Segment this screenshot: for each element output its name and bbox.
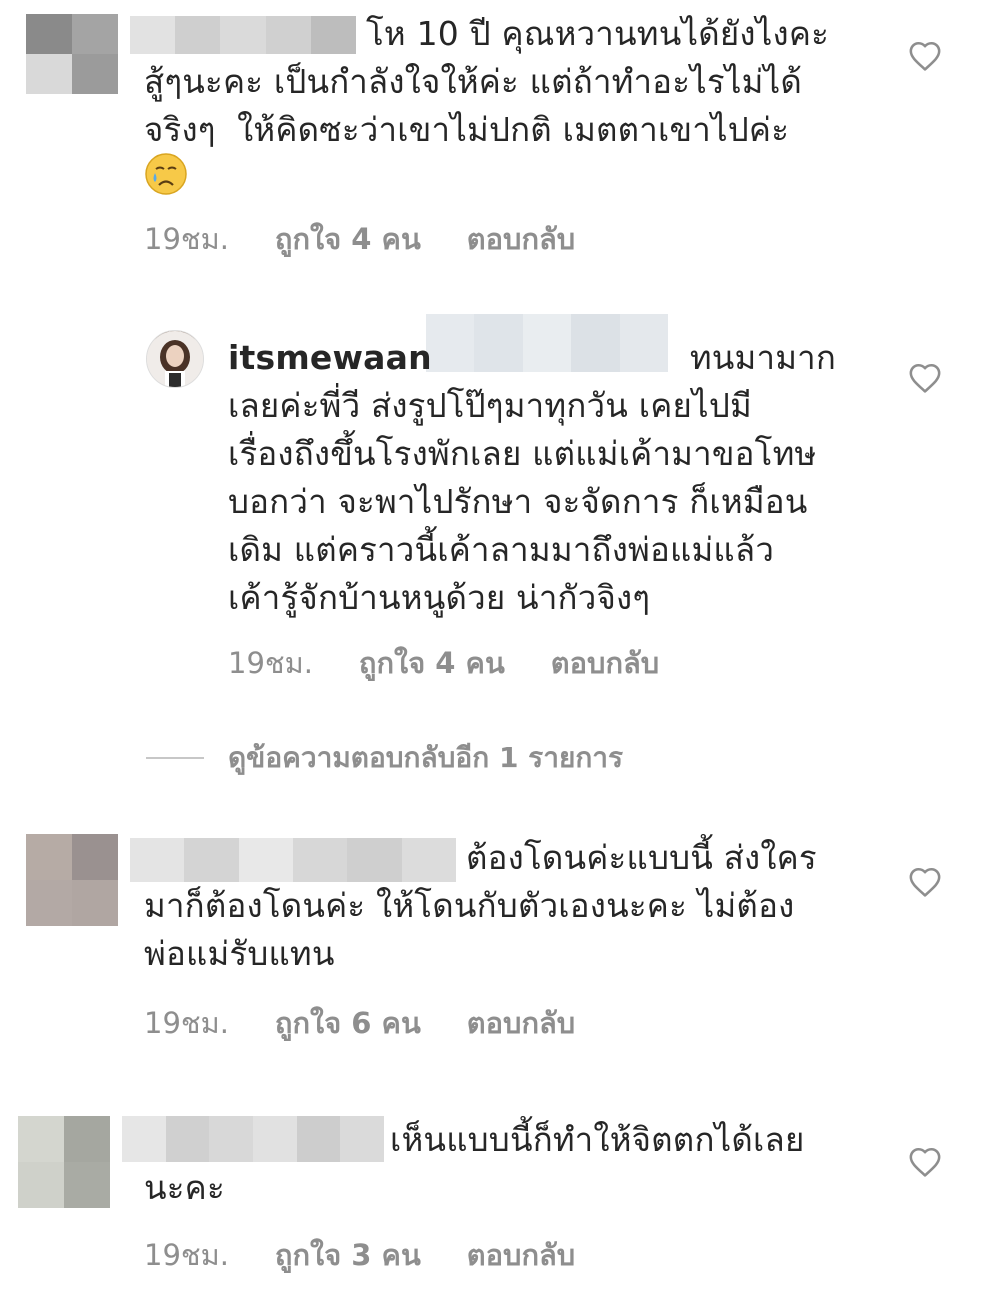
reply-button[interactable]: ตอบกลับ: [467, 216, 575, 262]
likes-count[interactable]: ถูกใจ 4 คน: [275, 216, 421, 262]
comment-text: ต้องโดนค่ะแบบนี้ ส่งใคร มาก็ต้องโดนค่ะ ใ…: [144, 838, 817, 973]
comment-text: itsmewaan ทนมามาก เลยค่ะพี่วี ส่งรูปโป๊ๆม…: [228, 334, 888, 622]
comment-meta: 19ชม. ถูกใจ 4 คน ตอบกลับ: [144, 216, 575, 262]
view-replies-label: ดูข้อความตอบกลับอีก 1 รายการ: [228, 741, 624, 774]
reply-button[interactable]: ตอบกลับ: [551, 640, 659, 686]
avatar[interactable]: [18, 1116, 110, 1208]
likes-count[interactable]: ถูกใจ 3 คน: [275, 1232, 421, 1278]
reply-button[interactable]: ตอบกลับ: [467, 1000, 575, 1046]
heart-icon[interactable]: [908, 1146, 942, 1178]
username[interactable]: itsmewaan: [228, 338, 432, 377]
crying-face-emoji-icon: [145, 153, 187, 195]
comment-time: 19ชม.: [144, 222, 229, 256]
heart-icon[interactable]: [908, 866, 942, 898]
comment-text-rest: เลยค่ะพี่วี ส่งรูปโป๊ๆมาทุกวัน เคยไปมี เ…: [228, 386, 817, 617]
likes-count[interactable]: ถูกใจ 6 คน: [275, 1000, 421, 1046]
avatar[interactable]: [26, 14, 118, 94]
comment-meta: 19ชม. ถูกใจ 3 คน ตอบกลับ: [144, 1232, 575, 1278]
comment-time: 19ชม.: [228, 646, 313, 680]
divider-line: [146, 757, 204, 759]
comment-meta: 19ชม. ถูกใจ 4 คน ตอบกลับ: [228, 640, 659, 686]
comment-meta: 19ชม. ถูกใจ 6 คน ตอบกลับ: [144, 1000, 575, 1046]
comment-time: 19ชม.: [144, 1006, 229, 1040]
reply-button[interactable]: ตอบกลับ: [467, 1232, 575, 1278]
comment-text-first: ทนมามาก: [689, 338, 837, 377]
heart-icon[interactable]: [908, 362, 942, 394]
comment-text: โห 10 ปี คุณหวานทนได้ยังไงคะ สู้ๆนะคะ เป…: [144, 14, 830, 149]
avatar[interactable]: [26, 834, 118, 926]
likes-count[interactable]: ถูกใจ 4 คน: [359, 640, 505, 686]
view-more-replies-button[interactable]: ดูข้อความตอบกลับอีก 1 รายการ: [146, 736, 623, 780]
comment-text: เห็นแบบนี้ก็ทำให้จิตตกได้เลย นะคะ: [144, 1120, 805, 1207]
avatar[interactable]: [146, 330, 204, 388]
heart-icon[interactable]: [908, 40, 942, 72]
comment-time: 19ชม.: [144, 1238, 229, 1272]
